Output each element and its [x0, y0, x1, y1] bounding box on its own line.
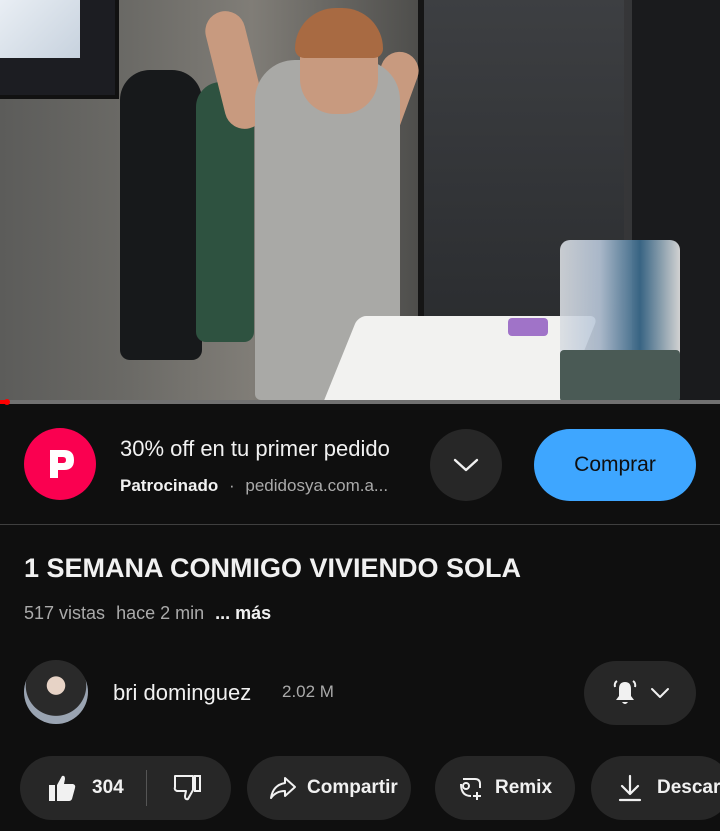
remix-label: Remix [495, 777, 553, 798]
thumbs-down-icon [173, 775, 201, 801]
subscriber-count: 2.02 M [282, 682, 334, 701]
video-meta[interactable]: 517 vistas hace 2 min ... más [24, 603, 271, 624]
dislike-button[interactable] [147, 772, 227, 804]
more-link[interactable]: ... más [215, 603, 271, 623]
chevron-down-icon [651, 688, 669, 698]
video-frame-cup [560, 350, 680, 402]
channel-name[interactable]: bri dominguez [113, 680, 251, 706]
divider [0, 524, 720, 525]
remix-icon [460, 778, 481, 800]
ad-meta: Patrocinado · pedidosya.com.a... [120, 476, 388, 496]
video-frame-mirror-edge [418, 0, 424, 340]
video-frame-person [295, 8, 383, 58]
video-title[interactable]: 1 SEMANA CONMIGO VIVIENDO SOLA [24, 553, 521, 584]
download-icon [618, 774, 642, 802]
share-arrow-icon [270, 777, 296, 799]
share-button[interactable]: Compartir [247, 756, 411, 820]
video-player[interactable] [0, 0, 720, 402]
bell-icon [613, 680, 637, 704]
ad-domain: pedidosya.com.a... [245, 476, 389, 495]
video-frame-window [0, 0, 119, 99]
sponsored-label: Patrocinado [120, 476, 219, 495]
video-frame-towel [120, 70, 202, 360]
video-frame-soap [508, 318, 548, 336]
meta-separator: · [228, 476, 235, 495]
upload-time: hace 2 min [116, 603, 205, 623]
advertiser-logo[interactable] [24, 428, 96, 500]
like-dislike-group: 304 [20, 756, 231, 820]
ad-title[interactable]: 30% off en tu primer pedido [120, 436, 390, 462]
download-button[interactable]: Descar [591, 756, 720, 820]
view-count: 517 vistas [24, 603, 106, 623]
thumbs-up-icon [49, 775, 76, 801]
video-frame-sink [321, 316, 599, 402]
notification-bell-button[interactable] [584, 661, 696, 725]
channel-avatar[interactable] [24, 660, 88, 724]
share-label: Compartir [307, 777, 398, 798]
download-label: Descar [657, 777, 720, 798]
pedidosya-logo-icon [50, 450, 74, 478]
like-count: 304 [92, 777, 124, 798]
chevron-down-icon [453, 458, 479, 472]
ad-cta-button[interactable]: Comprar [534, 429, 696, 501]
like-button[interactable]: 304 [20, 772, 146, 804]
remix-button[interactable]: Remix [435, 756, 575, 820]
ad-expand-button[interactable] [430, 429, 502, 501]
sponsored-ad[interactable]: 30% off en tu primer pedido Patrocinado … [0, 404, 720, 524]
